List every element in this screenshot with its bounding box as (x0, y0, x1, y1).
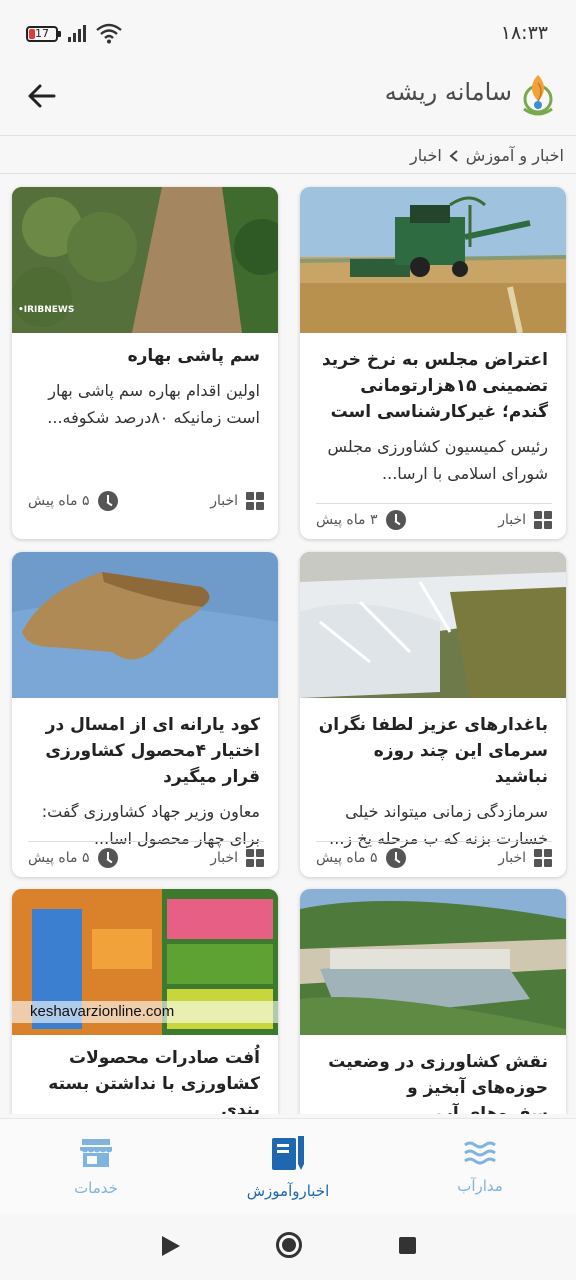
card-meta: اخبار ۵ ماه پیش (28, 841, 264, 869)
store-icon (80, 1138, 112, 1167)
card-title: اعتراض مجلس به نرخ خرید تضمینی ۱۵هزارتوم… (321, 350, 548, 422)
news-card[interactable]: باغدارهای عزیز لطفا نگران سرمای این چند … (300, 552, 566, 877)
nav-label: مدارآب (457, 1176, 503, 1195)
wifi-icon (96, 23, 122, 44)
fertilizer-sack-photo (12, 552, 278, 698)
signal-icon (68, 24, 90, 42)
card-time-label: ۵ ماه پیش (316, 849, 378, 866)
breadcrumb: اخبار و آموزش اخبار (0, 138, 576, 174)
orchard-watermark: •IRIBNEWS (18, 305, 75, 315)
system-home-icon[interactable] (276, 1232, 302, 1258)
status-time: ۱۸:۳۳ (500, 22, 548, 44)
app-bar: سامانه ریشه (0, 58, 576, 136)
harvester-photo (300, 187, 566, 334)
clock-icon (97, 491, 118, 511)
news-card[interactable]: •IRIBNEWS سم پاشی بهاره اولین اقدام بهار… (12, 187, 278, 539)
orchard-photo: •IRIBNEWS (12, 187, 278, 333)
system-nav-bar (0, 1214, 576, 1280)
card-category-label: اخبار (498, 849, 526, 866)
card-category-label: اخبار (210, 849, 238, 866)
clock-icon (97, 847, 118, 868)
breadcrumb-item-news[interactable]: اخبار (410, 146, 442, 165)
app-title: سامانه ریشه (384, 78, 512, 106)
frozen-orchard-photo (300, 552, 566, 698)
produce-market-photo: keshavarzionline.com (12, 889, 278, 1035)
card-category-label: اخبار (210, 493, 238, 509)
breadcrumb-item-news-education[interactable]: اخبار و آموزش (466, 146, 564, 165)
news-grid: اعتراض مجلس به نرخ خرید تضمینی ۱۵هزارتوم… (0, 174, 576, 1114)
bottom-nav: مدارآب اخباروآموزش خدمات (0, 1118, 576, 1214)
nav-label: خدمات (74, 1178, 118, 1197)
nav-item-services[interactable]: خدمات (0, 1119, 192, 1214)
battery-level: 17 (35, 27, 49, 40)
card-time-label: ۵ ماه پیش (28, 849, 90, 866)
card-time-label: ۳ ماه پیش (316, 511, 378, 528)
card-title: سم پاشی بهاره (127, 346, 260, 366)
card-time: ۵ ماه پیش (28, 491, 118, 511)
system-recents-icon[interactable] (399, 1237, 416, 1254)
chevron-left-icon (449, 149, 458, 162)
arrow-left-icon[interactable] (22, 76, 62, 116)
clock-icon (385, 847, 406, 868)
water-waves-icon (464, 1141, 496, 1164)
news-card[interactable]: keshavarzionline.com اُفت صادرات محصولات… (12, 889, 278, 1114)
nav-item-water[interactable]: مدارآب (384, 1119, 576, 1214)
news-card[interactable]: کود یارانه ای از امسال در اختیار ۴محصول … (12, 552, 278, 877)
news-notebook-icon (272, 1135, 304, 1170)
card-time: ۵ ماه پیش (28, 847, 118, 868)
card-summary: رئیس کمیسیون کشاورزی مجلس شورای اسلامی ب… (327, 437, 548, 483)
river-watershed-photo (300, 889, 566, 1035)
battery-tip (58, 31, 61, 37)
image-watermark: keshavarzionline.com (30, 1003, 175, 1020)
card-meta: اخبار ۳ ماه پیش (316, 503, 552, 531)
category-grid-icon (246, 848, 264, 867)
clock-icon (385, 509, 406, 530)
card-meta: اخبار ۵ ماه پیش (28, 485, 264, 513)
card-summary: اولین اقدام بهاره سم پاشی بهار است زمانی… (47, 381, 260, 427)
category-grid-icon (534, 510, 552, 529)
rishe-logo-icon (523, 75, 553, 116)
card-title: کود یارانه ای از امسال در اختیار ۴محصول … (45, 715, 260, 787)
news-card[interactable]: اعتراض مجلس به نرخ خرید تضمینی ۱۵هزارتوم… (300, 187, 566, 539)
system-back-icon[interactable] (162, 1236, 180, 1256)
card-time: ۵ ماه پیش (316, 847, 406, 868)
card-category: اخبار (498, 848, 552, 867)
card-time: ۳ ماه پیش (316, 509, 406, 530)
card-title: باغدارهای عزیز لطفا نگران سرمای این چند … (318, 715, 548, 787)
category-grid-icon (534, 848, 552, 867)
category-grid-icon (246, 492, 264, 510)
card-category: اخبار (498, 510, 552, 529)
nav-item-news[interactable]: اخباروآموزش (192, 1119, 384, 1214)
card-time-label: ۵ ماه پیش (28, 493, 90, 509)
card-category: اخبار (210, 848, 264, 867)
card-title: نقش کشاورزی در وضعیت حوزه‌های آبخیز و سف… (328, 1052, 548, 1114)
nav-label: اخباروآموزش (246, 1181, 330, 1200)
card-meta: اخبار ۵ ماه پیش (316, 841, 552, 869)
news-card[interactable]: نقش کشاورزی در وضعیت حوزه‌های آبخیز و سف… (300, 889, 566, 1114)
battery-icon: 17 (26, 26, 58, 42)
card-title: اُفت صادرات محصولات کشاورزی با نداشتن بس… (48, 1048, 260, 1114)
card-category: اخبار (210, 492, 264, 510)
status-bar: 17 ۱۸:۳۳ (0, 0, 576, 58)
card-category-label: اخبار (498, 511, 526, 528)
